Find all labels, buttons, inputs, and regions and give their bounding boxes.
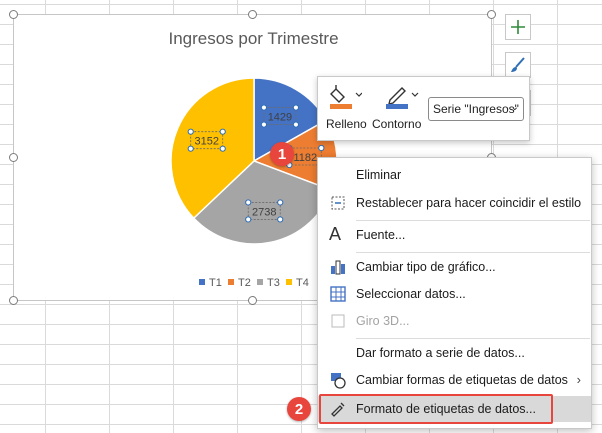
menu-item-change-chart-type[interactable]: Cambiar tipo de gráfico... xyxy=(318,254,591,280)
legend-label-t1[interactable]: T1 xyxy=(209,277,222,289)
chart-elements-button[interactable] xyxy=(505,14,531,40)
menu-item-3d-rotation: Giro 3D... xyxy=(318,308,591,334)
select-data-icon xyxy=(330,286,346,302)
legend-swatch-t2 xyxy=(228,279,234,285)
chart-handle-top-right[interactable] xyxy=(487,10,496,19)
menu-item-font[interactable]: A Fuente... xyxy=(318,222,591,248)
fill-label: Relleno xyxy=(326,117,367,131)
highlight-frame xyxy=(319,394,553,424)
legend-swatch-t3 xyxy=(257,279,263,285)
data-label-t4[interactable]: 3152 xyxy=(194,136,218,148)
menu-item-format-series[interactable]: Dar formato a serie de datos... xyxy=(318,340,591,366)
legend-label-t2[interactable]: T2 xyxy=(238,277,251,289)
data-label-handle[interactable] xyxy=(260,121,268,128)
chart-type-icon xyxy=(331,260,345,275)
rotation-3d-icon xyxy=(331,314,345,328)
step-badge-1: 1 xyxy=(270,142,294,166)
label-shapes-icon xyxy=(331,373,346,389)
data-label-handle[interactable] xyxy=(245,199,252,206)
context-menu: Eliminar Restablecer para hacer coincidi… xyxy=(317,157,592,429)
legend-swatch-t1 xyxy=(199,279,205,285)
data-label-t1[interactable]: 1429 xyxy=(268,112,292,124)
menu-item-select-data[interactable]: Seleccionar datos... xyxy=(318,281,591,307)
data-label-handle[interactable] xyxy=(277,199,284,206)
fill-button[interactable]: Relleno xyxy=(324,81,368,137)
paint-bucket-icon xyxy=(330,85,362,109)
font-icon: A xyxy=(329,224,342,244)
data-label-handle[interactable] xyxy=(187,145,194,152)
data-label-handle[interactable] xyxy=(219,145,226,152)
plus-icon xyxy=(511,20,525,34)
menu-item-change-label-shapes[interactable]: Cambiar formas de etiquetas de datos › xyxy=(318,367,591,393)
data-label-t3[interactable]: 2738 xyxy=(252,206,276,218)
outline-label: Contorno xyxy=(372,117,422,131)
format-mini-toolbar: Relleno Contorno Serie "Ingresos" ⌄ xyxy=(317,76,530,141)
series-dropdown-value: Serie "Ingresos" xyxy=(433,102,519,116)
series-dropdown[interactable]: Serie "Ingresos" ⌄ xyxy=(428,97,524,121)
chart-handle-bottom-left[interactable] xyxy=(9,296,18,305)
chevron-right-icon: › xyxy=(576,372,581,387)
chart-handle-bottom-middle[interactable] xyxy=(248,296,257,305)
legend-label-t3[interactable]: T3 xyxy=(267,277,280,289)
brush-icon xyxy=(511,57,525,72)
legend-swatch-t4 xyxy=(286,279,292,285)
menu-separator xyxy=(356,220,590,221)
data-label-handle[interactable] xyxy=(292,104,300,111)
reset-style-icon xyxy=(331,196,345,210)
chevron-down-icon: ⌄ xyxy=(510,102,519,113)
step-badge-2: 2 xyxy=(287,397,311,421)
data-label-t2[interactable]: 1182 xyxy=(293,152,317,164)
data-label-handle[interactable] xyxy=(187,128,194,135)
data-label-handle[interactable] xyxy=(245,216,252,223)
data-label-handle[interactable] xyxy=(260,104,268,111)
menu-item-reset-style[interactable]: Restablecer para hacer coincidir el esti… xyxy=(318,190,591,216)
data-label-handle[interactable] xyxy=(277,216,284,223)
data-label-handle[interactable] xyxy=(292,121,300,128)
menu-item-delete[interactable]: Eliminar xyxy=(318,162,591,188)
legend-label-t4[interactable]: T4 xyxy=(296,277,309,289)
outline-button[interactable]: Contorno xyxy=(372,81,426,137)
pen-outline-icon xyxy=(386,87,419,109)
data-label-handle[interactable] xyxy=(219,128,226,135)
chart-styles-button[interactable] xyxy=(505,52,531,78)
menu-separator xyxy=(356,338,590,339)
chart-handle-top-middle[interactable] xyxy=(248,10,257,19)
menu-separator xyxy=(356,252,590,253)
chart-handle-top-left[interactable] xyxy=(9,10,18,19)
chart-handle-middle-left[interactable] xyxy=(9,153,18,162)
data-label-handle[interactable] xyxy=(318,144,325,152)
